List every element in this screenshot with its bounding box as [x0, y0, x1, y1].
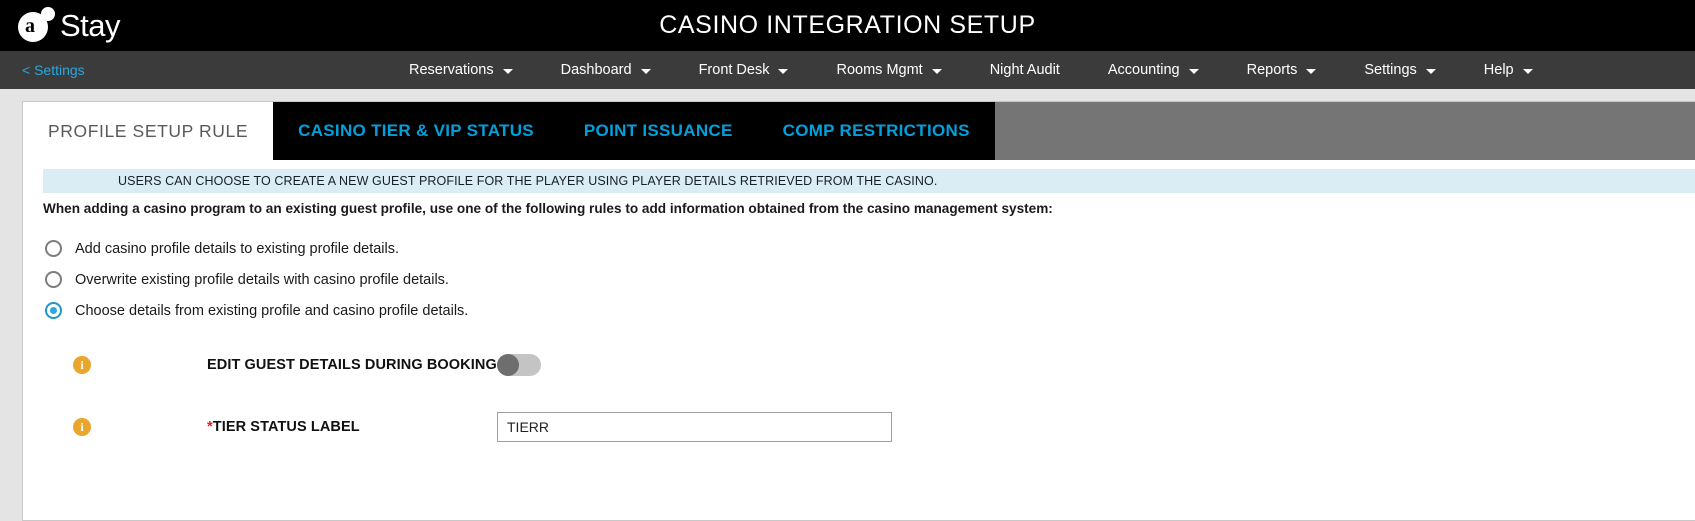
logo-wordmark: Stay: [60, 8, 121, 43]
app-logo[interactable]: a Stay: [18, 6, 121, 46]
tab-casino-tier-vip-status[interactable]: CASINO TIER & VIP STATUS: [273, 102, 559, 160]
chevron-down-icon: [931, 68, 942, 74]
back-to-settings-link[interactable]: < Settings: [22, 62, 85, 78]
tier-status-label-field-row: i *TIER STATUS LABEL: [23, 412, 1695, 442]
chevron-down-icon: [1522, 68, 1533, 74]
chevron-down-icon: [1425, 68, 1436, 74]
info-icon[interactable]: i: [73, 356, 91, 374]
profile-rule-radio-group: Add casino profile details to existing p…: [45, 233, 1695, 326]
nav-item-label: Reservations: [409, 62, 494, 78]
radio-button[interactable]: [45, 302, 62, 319]
lead-instruction-text: When adding a casino program to an exist…: [43, 201, 1053, 216]
nav-item-label: Dashboard: [560, 62, 632, 78]
toggle-knob: [497, 354, 519, 376]
radio-option-3[interactable]: Choose details from existing profile and…: [45, 295, 1695, 326]
info-icon[interactable]: i: [73, 418, 91, 436]
nav-item-label: Help: [1483, 62, 1514, 78]
radio-option-1[interactable]: Add casino profile details to existing p…: [45, 233, 1695, 264]
nav-items-container: Reservations Dashboard Front Desk Rooms Mgm…: [385, 62, 1557, 78]
nav-item-help[interactable]: Help: [1460, 62, 1557, 78]
nav-item-label: Rooms Mgmt: [836, 62, 923, 78]
edit-guest-details-field-row: i EDIT GUEST DETAILS DURING BOOKING: [23, 354, 1695, 376]
edit-guest-details-toggle[interactable]: [497, 354, 541, 376]
nav-item-accounting[interactable]: Accounting: [1084, 62, 1223, 78]
chevron-down-icon: [502, 68, 513, 74]
tab-point-issuance[interactable]: POINT ISSUANCE: [558, 102, 758, 160]
nav-item-label: Settings: [1364, 62, 1417, 78]
nav-item-settings[interactable]: Settings: [1340, 62, 1459, 78]
nav-item-dashboard[interactable]: Dashboard: [537, 62, 675, 78]
logo-letter: a: [25, 15, 35, 37]
page-body: PROFILE SETUP RULE CASINO TIER & VIP STAT…: [0, 89, 1695, 521]
chevron-down-icon: [640, 68, 651, 74]
page-title: CASINO INTEGRATION SETUP: [659, 11, 1036, 39]
nav-item-reservations[interactable]: Reservations: [385, 62, 537, 78]
radio-option-2[interactable]: Overwrite existing profile details with …: [45, 264, 1695, 295]
nav-item-label: Reports: [1246, 62, 1298, 78]
edit-guest-details-label: EDIT GUEST DETAILS DURING BOOKING: [207, 357, 497, 373]
nav-item-front-desk[interactable]: Front Desk: [675, 62, 813, 78]
logo-dot-shape: [41, 7, 55, 21]
nav-item-label: Night Audit: [989, 62, 1060, 78]
chevron-down-icon: [1306, 68, 1317, 74]
tab-comp-restrictions[interactable]: COMP RESTRICTIONS: [757, 102, 995, 160]
tier-status-label-text: TIER STATUS LABEL: [212, 419, 360, 435]
nav-item-night-audit[interactable]: Night Audit: [966, 62, 1084, 78]
main-navigation: < Settings Reservations Dashboard Front De…: [0, 51, 1695, 89]
tier-status-label-input[interactable]: [497, 412, 892, 442]
radio-option-label: Overwrite existing profile details with …: [75, 271, 449, 288]
tab-content-profile-setup-rule: USERS CAN CHOOSE TO CREATE A NEW GUEST P…: [23, 169, 1695, 442]
nav-item-rooms-mgmt[interactable]: Rooms Mgmt: [812, 62, 965, 78]
app-header: a Stay CASINO INTEGRATION SETUP: [0, 0, 1695, 51]
nav-item-reports[interactable]: Reports: [1223, 62, 1341, 78]
logo-mark-icon: a: [18, 6, 58, 46]
info-banner: USERS CAN CHOOSE TO CREATE A NEW GUEST P…: [43, 169, 1695, 193]
tab-strip: PROFILE SETUP RULE CASINO TIER & VIP STAT…: [23, 102, 1695, 160]
radio-button[interactable]: [45, 271, 62, 288]
content-panel: PROFILE SETUP RULE CASINO TIER & VIP STAT…: [22, 101, 1695, 521]
chevron-down-icon: [1188, 68, 1199, 74]
nav-item-label: Front Desk: [698, 62, 770, 78]
radio-option-label: Choose details from existing profile and…: [75, 302, 469, 319]
tab-profile-setup-rule[interactable]: PROFILE SETUP RULE: [23, 102, 274, 160]
tab-strip-filler: [994, 102, 1695, 160]
chevron-down-icon: [778, 68, 789, 74]
nav-item-label: Accounting: [1107, 62, 1180, 78]
radio-option-label: Add casino profile details to existing p…: [75, 240, 400, 257]
tier-status-label-caption: *TIER STATUS LABEL: [207, 419, 497, 435]
radio-button[interactable]: [45, 240, 62, 257]
